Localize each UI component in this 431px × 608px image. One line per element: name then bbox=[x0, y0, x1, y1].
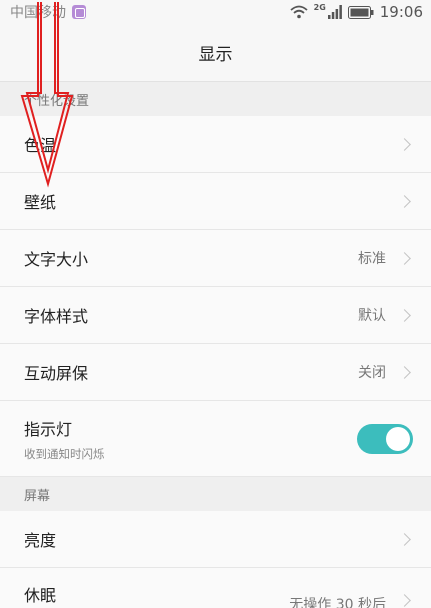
status-time: 19:06 bbox=[379, 3, 423, 21]
settings-row-indicator-light: 指示灯 收到通知时闪烁 bbox=[0, 401, 431, 477]
row-label: 色温 bbox=[24, 136, 57, 155]
carrier-name: 中国移动 bbox=[10, 5, 66, 21]
row-value: 关闭 bbox=[358, 365, 386, 381]
row-label: 文字大小 bbox=[24, 250, 89, 269]
row-label: 互动屏保 bbox=[24, 364, 89, 383]
battery-icon bbox=[347, 5, 374, 19]
row-label: 指示灯 bbox=[24, 419, 73, 439]
signal-icon bbox=[327, 5, 342, 19]
chevron-right-icon bbox=[398, 594, 411, 607]
row-text: 指示灯 收到通知时闪烁 bbox=[24, 416, 357, 462]
indicator-light-toggle[interactable] bbox=[357, 423, 413, 454]
row-label: 壁纸 bbox=[24, 193, 57, 212]
row-label: 休眠 bbox=[24, 586, 57, 605]
chevron-right-icon bbox=[398, 308, 411, 322]
section-header-personalization: 个性化设置 bbox=[0, 82, 431, 116]
row-value: 无操作 30 秒后 bbox=[289, 597, 386, 608]
row-value: 默认 bbox=[358, 308, 386, 324]
title-bar: 显示 bbox=[0, 24, 431, 82]
row-label: 亮度 bbox=[24, 531, 57, 550]
settings-row-brightness[interactable]: 亮度 bbox=[0, 511, 431, 568]
network-type-label: 2G bbox=[313, 3, 326, 12]
status-right: 2G 19:06 bbox=[290, 3, 423, 21]
chevron-right-icon bbox=[398, 365, 411, 379]
toggle-knob bbox=[386, 426, 410, 451]
status-left: 中国移动 bbox=[10, 2, 86, 22]
chevron-right-icon bbox=[398, 137, 411, 151]
chevron-right-icon bbox=[398, 532, 411, 546]
chevron-right-icon bbox=[398, 194, 411, 208]
chevron-right-icon bbox=[398, 251, 411, 265]
carrier-badge-icon bbox=[72, 5, 86, 19]
settings-row-color-temperature[interactable]: 色温 bbox=[0, 116, 431, 173]
row-subtitle: 收到通知时闪烁 bbox=[24, 446, 105, 461]
settings-row-sleep[interactable]: 休眠 无操作 30 秒后 bbox=[0, 568, 431, 608]
status-bar: 中国移动 2G 19:06 bbox=[0, 0, 431, 24]
page-title: 显示 bbox=[198, 45, 233, 65]
settings-row-screensaver[interactable]: 互动屏保 关闭 bbox=[0, 344, 431, 401]
section-header-screen: 屏幕 bbox=[0, 477, 431, 511]
settings-row-wallpaper[interactable]: 壁纸 bbox=[0, 173, 431, 230]
settings-row-font-size[interactable]: 文字大小 标准 bbox=[0, 230, 431, 287]
row-label: 字体样式 bbox=[24, 307, 89, 326]
wifi-icon bbox=[290, 5, 308, 19]
settings-row-font-style[interactable]: 字体样式 默认 bbox=[0, 287, 431, 344]
row-value: 标准 bbox=[358, 251, 386, 267]
